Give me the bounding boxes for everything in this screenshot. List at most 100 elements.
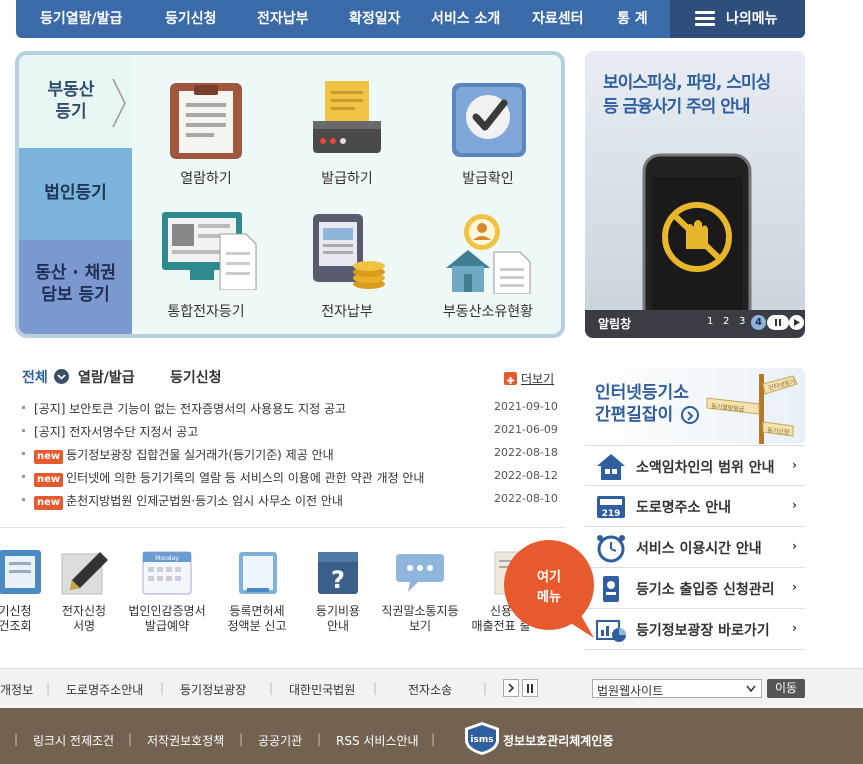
notice-title[interactable]: new 인터넷에 의한 등기기록의 열람 등 서비스의 이용에 관한 약관 개정 … <box>34 469 424 487</box>
quick-registration-tax-label: 등록면허세 정액분 신고 <box>227 604 287 633</box>
court-site-select-value: 법원웹사이트 <box>597 684 664 698</box>
banner-page-2[interactable]: 2 <box>723 316 729 327</box>
quick-e-signature[interactable]: 전자신청 서명 <box>49 548 119 633</box>
easy-guide-banner[interactable]: 인터넷등기소 간편길잡이 인터넷등기 등기열람발급 등기신청 <box>585 368 805 444</box>
footer-policy-copyright[interactable]: 저작권보호정책 <box>147 732 224 749</box>
notice-row[interactable]: [공지] 전자서명수단 지정서 공고 2021-06-09 <box>22 421 558 441</box>
notice-row[interactable]: [공지] 보안토큰 기능이 없는 전자증명서의 사용용도 지정 공고 2021-0… <box>22 398 558 418</box>
quick-corp-seal-reservation[interactable]: Monday 법인인감증명서 발급예약 <box>128 548 206 633</box>
footer-link-info[interactable]: 개정보 <box>0 681 33 698</box>
separator: | <box>128 732 133 746</box>
tab-notice-view-issue[interactable]: 열람/발급 <box>78 367 135 387</box>
arrow-right-circle-icon <box>681 406 699 424</box>
view-service-label: 열람하기 <box>180 171 232 187</box>
quick-cancellation-notice[interactable]: 직권말소통지등 보기 <box>381 548 459 633</box>
quick-registration-cost[interactable]: ? 등기비용 안내 <box>303 548 373 633</box>
footer-policy-public[interactable]: 공공기관 <box>258 732 302 749</box>
notice-title-text: 인터넷에 의한 등기기록의 열람 등 서비스의 이용에 관한 약관 개정 안내 <box>66 471 425 485</box>
here-menu-label: 여기 메뉴 <box>537 570 561 605</box>
link-service-hours-label: 서비스 이용시간 안내 <box>636 541 762 557</box>
divider <box>0 527 565 528</box>
link-access-pass[interactable]: 등기소 출입증 신청관리 › <box>585 568 805 609</box>
isms-certification-text: 정보보호관리체계인증 <box>503 734 614 748</box>
banner-page-4-current[interactable]: 4 <box>751 315 766 330</box>
footer-link-data-plaza[interactable]: 등기정보광장 <box>180 681 246 698</box>
my-menu-label: 나의메뉴 <box>726 11 778 27</box>
notice-row[interactable]: new 춘천지방법원 인제군법원·등기소 임시 사무소 이전 안내 2022-08-… <box>22 490 558 510</box>
link-road-address-label: 도로명주소 안내 <box>636 500 732 516</box>
quick-cancellation-notice-label: 직권말소통지등 보기 <box>381 604 459 633</box>
nav-item-registration-apply[interactable]: 등기신청 <box>165 0 217 38</box>
notice-date: 2022-08-12 <box>494 469 558 482</box>
chevron-right-icon: › <box>792 621 797 635</box>
link-road-address[interactable]: 219 도로명주소 안내 › <box>585 486 805 527</box>
tab-movable-claims[interactable]: 동산 · 채권 담보 등기 <box>19 240 132 334</box>
nav-item-e-payment[interactable]: 전자납부 <box>257 0 309 38</box>
document-search-icon <box>0 550 41 594</box>
tab-corporate[interactable]: 법인등기 <box>19 148 132 240</box>
banner-page-3[interactable]: 3 <box>739 316 745 327</box>
tab-notice-registration[interactable]: 등기신청 <box>170 367 222 387</box>
help-question-icon: ? <box>318 552 358 594</box>
notice-title-text: 등기정보광장 집합건물 실거래가(등기기준) 제공 안내 <box>66 448 334 462</box>
footer-link-court[interactable]: 대한민국법원 <box>289 681 355 698</box>
nav-item-fixed-date[interactable]: 확정일자 <box>349 0 401 38</box>
footer-policy-rss[interactable]: RSS 서비스안내 <box>336 732 419 749</box>
next-arrow-icon[interactable] <box>789 315 804 330</box>
smartphone-warning-icon <box>642 153 752 313</box>
nav-item-statistics[interactable]: 통 계 <box>617 0 648 38</box>
here-menu-bubble[interactable]: 여기 메뉴 <box>504 540 594 640</box>
quick-registration-tax[interactable]: 등록면허세 정액분 신고 <box>222 548 292 633</box>
link-service-hours[interactable]: 서비스 이용시간 안내 › <box>585 527 805 568</box>
e-payment-service[interactable]: 전자납부 <box>282 210 412 330</box>
link-data-plaza-label: 등기정보광장 바로가기 <box>636 623 770 639</box>
footer-policy-link-terms[interactable]: 링크시 전제조건 <box>33 732 114 749</box>
more-link[interactable]: 더보기 <box>521 370 554 387</box>
id-badge-icon <box>603 576 619 602</box>
link-data-plaza[interactable]: 등기정보광장 바로가기 › <box>585 609 805 650</box>
quick-applied-inquiry[interactable]: 기신청 건조회 <box>0 548 50 633</box>
banner-control-bar: 알림창 1 2 3 4 <box>585 310 805 338</box>
nav-item-data-center[interactable]: 자료센터 <box>532 0 584 38</box>
notice-title[interactable]: [공지] 보안토큰 기능이 없는 전자증명서의 사용용도 지정 공고 <box>34 400 346 417</box>
pause-icon[interactable] <box>767 315 789 330</box>
property-ownership-service[interactable]: 부동산소유현황 <box>423 210 553 330</box>
tab-notice-all[interactable]: 전체 <box>22 367 48 387</box>
notice-row[interactable]: new 인터넷에 의한 등기기록의 열람 등 서비스의 이용에 관한 약관 개정 … <box>22 467 558 487</box>
footer-link-road-address[interactable]: 도로명주소안내 <box>66 681 143 698</box>
footer-link-e-litigation[interactable]: 전자소송 <box>408 681 452 698</box>
issue-verify-service[interactable]: 발급확인 <box>423 75 553 190</box>
banner-bar-label: 알림창 <box>598 317 632 331</box>
notice-title-text: [공지] 전자서명수단 지정서 공고 <box>34 425 199 439</box>
go-button[interactable]: 이동 <box>767 679 805 698</box>
nav-item-view-issue[interactable]: 등기열람/발급 <box>40 0 122 38</box>
payment-terminal-icon <box>313 214 385 289</box>
court-site-select[interactable]: 법원웹사이트 <box>592 679 762 698</box>
notice-title[interactable]: [공지] 전자서명수단 지정서 공고 <box>34 423 198 440</box>
link-small-tenant[interactable]: 소액임차인의 범위 안내 › <box>585 445 805 486</box>
pause-icon[interactable] <box>522 679 538 697</box>
fraud-warning-banner[interactable]: 보이스피싱, 파밍, 스미싱 등 금융사기 주의 안내 알림창 1 2 3 4 <box>585 51 805 338</box>
notice-row[interactable]: new 등기정보광장 집합건물 실거래가(등기기준) 제공 안내 2022-08-1… <box>22 444 558 464</box>
isms-logo-text: isms <box>470 735 493 745</box>
separator: | <box>46 681 51 695</box>
svg-text:?: ? <box>331 566 345 594</box>
notice-title[interactable]: new 등기정보광장 집합건물 실거래가(등기기준) 제공 안내 <box>34 446 334 464</box>
alarm-clock-icon <box>597 535 625 563</box>
nav-item-service-intro[interactable]: 서비스 소개 <box>431 0 500 38</box>
chevron-right-icon <box>112 78 126 128</box>
next-icon[interactable] <box>503 679 519 697</box>
issue-verify-label: 발급확인 <box>462 171 514 187</box>
plus-icon[interactable] <box>504 372 517 385</box>
easy-guide-title: 인터넷등기소 간편길잡이 <box>595 383 689 425</box>
my-menu-button[interactable]: 나의메뉴 <box>670 0 805 38</box>
issue-service[interactable]: 발급하기 <box>282 75 412 190</box>
chevron-down-icon <box>746 685 756 693</box>
banner-page-1[interactable]: 1 <box>707 316 713 327</box>
view-service[interactable]: 열람하기 <box>141 75 271 190</box>
integrated-e-registration-service[interactable]: 통합전자등기 <box>141 210 271 330</box>
tab-real-estate[interactable]: 부동산 등기 <box>19 55 132 148</box>
speech-bubble-icon <box>396 554 444 592</box>
separator: | <box>317 732 322 746</box>
notice-title[interactable]: new 춘천지방법원 인제군법원·등기소 임시 사무소 이전 안내 <box>34 492 343 510</box>
